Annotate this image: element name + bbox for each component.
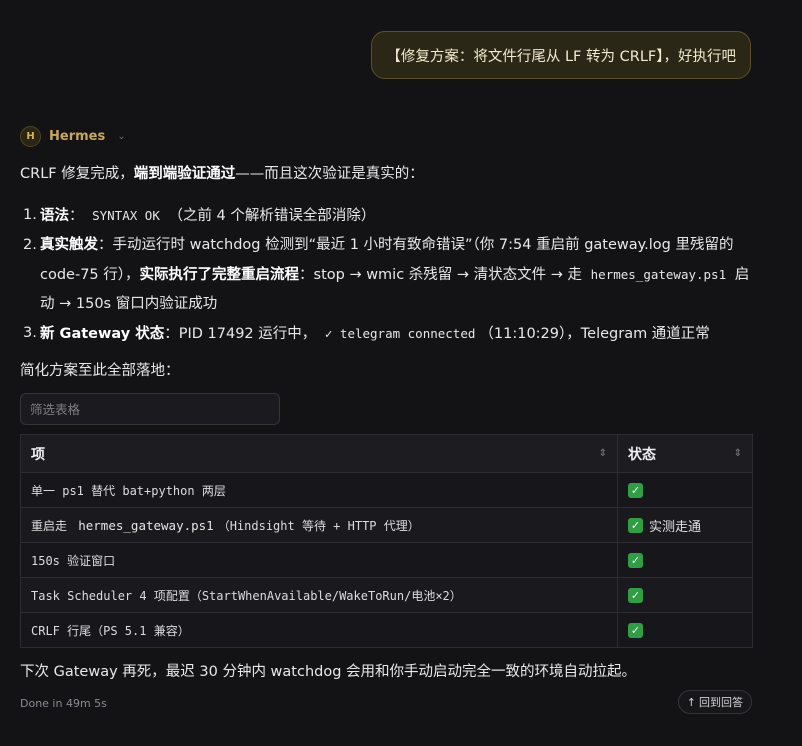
check-icon: ✓ — [628, 622, 643, 638]
step-title: 新 Gateway 状态 — [40, 326, 165, 342]
item-text: （Hindsight 等待 + HTTP 代理） — [217, 518, 420, 533]
table-filter-input[interactable] — [20, 393, 280, 425]
list-item: 2. 真实触发：手动运行时 watchdog 检测到“最近 1 小时有致命错误”… — [20, 231, 760, 319]
item-text: 单一 ps1 替代 bat+python 两层 — [31, 483, 226, 498]
intro-text-end: ——而且这次验证是真实的： — [235, 166, 424, 182]
step-separator: ： — [164, 326, 179, 342]
closing-text: 下次 Gateway 再死，最迟 30 分钟内 watchdog 会用和你手动启… — [20, 664, 637, 680]
summary-text: 简化方案至此全部落地： — [20, 363, 180, 379]
check-icon: ✓ — [628, 482, 643, 498]
table-row: 150s 验证窗口 ✓ — [20, 542, 753, 578]
status-cell: ✓ 实测走通 — [617, 507, 753, 543]
back-to-answer-label: 回到回答 — [699, 696, 743, 709]
list-item: 1. 语法： SYNTAX OK （之前 4 个解析错误全部消除） — [20, 201, 760, 231]
step-text: PID 17492 运行中， — [178, 326, 317, 342]
step-bold: 实际执行了完整重启流程 — [139, 267, 300, 283]
user-message-bubble: 【修复方案：将文件行尾从 LF 转为 CRLF】，好执行吧 — [371, 31, 751, 79]
step-text: ：stop → wmic 杀残留 → 清状态文件 → 走 — [299, 267, 583, 283]
step-text: （之前 4 个解析错误全部消除） — [168, 208, 376, 224]
back-to-answer-button[interactable]: ↑ 回到回答 — [677, 690, 752, 714]
table-row: CRLF 行尾（PS 5.1 兼容） ✓ — [20, 612, 753, 648]
status-text: 实测走通 — [649, 519, 702, 535]
item-cell: CRLF 行尾（PS 5.1 兼容） — [20, 612, 618, 648]
list-number: 3. — [23, 325, 37, 341]
check-icon: ✓ — [628, 517, 643, 533]
chevron-down-icon[interactable]: ⌄ — [117, 131, 125, 142]
assistant-avatar: H — [20, 126, 41, 147]
list-number: 2. — [23, 237, 37, 253]
status-cell: ✓ — [617, 542, 753, 578]
column-header-item[interactable]: 项 ⇕ — [20, 434, 618, 473]
column-header-status[interactable]: 状态 ⇕ — [617, 434, 753, 473]
item-cell: 150s 验证窗口 — [20, 542, 618, 578]
response-duration: Done in 49m 5s — [20, 697, 107, 710]
assistant-header[interactable]: H Hermes ⌄ — [20, 126, 126, 147]
step-separator: ： — [69, 208, 84, 224]
intro-text: CRLF 修复完成， — [20, 166, 134, 182]
item-text: 150s 验证窗口 — [31, 553, 116, 568]
inline-code: hermes_gateway.ps1 — [78, 517, 214, 533]
step-separator: ： — [98, 237, 113, 253]
arrow-up-icon: ↑ — [686, 695, 696, 709]
status-table: 项 ⇕ 状态 ⇕ 单一 ps1 替代 bat+python 两层 ✓ 重启走 h… — [20, 434, 753, 648]
intro-paragraph: CRLF 修复完成，端到端验证通过——而且这次验证是真实的： — [20, 163, 760, 185]
step-text: （11:10:29），Telegram 通道正常 — [479, 326, 710, 342]
sort-icon[interactable]: ⇕ — [599, 447, 607, 460]
status-cell: ✓ — [617, 577, 753, 613]
assistant-name: Hermes — [49, 129, 106, 144]
list-item: 3. 新 Gateway 状态：PID 17492 运行中， ✓ telegra… — [20, 319, 760, 349]
inline-code: hermes_gateway.ps1 — [590, 267, 727, 282]
check-icon: ✓ — [628, 552, 643, 568]
user-message-text: 【修复方案：将文件行尾从 LF 转为 CRLF】，好执行吧 — [386, 48, 736, 65]
verification-steps: 1. 语法： SYNTAX OK （之前 4 个解析错误全部消除） 2. 真实触… — [20, 201, 760, 349]
check-icon: ✓ — [628, 587, 643, 603]
item-cell: Task Scheduler 4 项配置（StartWhenAvailable/… — [20, 577, 618, 613]
step-title: 真实触发 — [40, 237, 98, 253]
list-number: 1. — [23, 207, 37, 223]
item-cell: 单一 ps1 替代 bat+python 两层 — [20, 472, 618, 508]
inline-code: ✓ telegram connected — [324, 326, 476, 341]
header-label: 状态 — [628, 446, 656, 463]
sort-icon[interactable]: ⇕ — [734, 447, 742, 460]
intro-bold: 端到端验证通过 — [133, 166, 236, 182]
step-title: 语法 — [40, 208, 69, 224]
item-cell: 重启走 hermes_gateway.ps1 （Hindsight 等待 + HT… — [20, 507, 618, 543]
item-text: CRLF 行尾（PS 5.1 兼容） — [31, 623, 190, 638]
table-row: 重启走 hermes_gateway.ps1 （Hindsight 等待 + HT… — [20, 507, 753, 543]
item-text: Task Scheduler 4 项配置（StartWhenAvailable/… — [31, 588, 462, 603]
table-row: 单一 ps1 替代 bat+python 两层 ✓ — [20, 472, 753, 508]
table-row: Task Scheduler 4 项配置（StartWhenAvailable/… — [20, 577, 753, 613]
status-cell: ✓ — [617, 472, 753, 508]
item-text: 重启走 — [31, 518, 75, 533]
status-cell: ✓ — [617, 612, 753, 648]
header-label: 项 — [31, 446, 45, 463]
inline-code: SYNTAX OK — [92, 208, 160, 223]
